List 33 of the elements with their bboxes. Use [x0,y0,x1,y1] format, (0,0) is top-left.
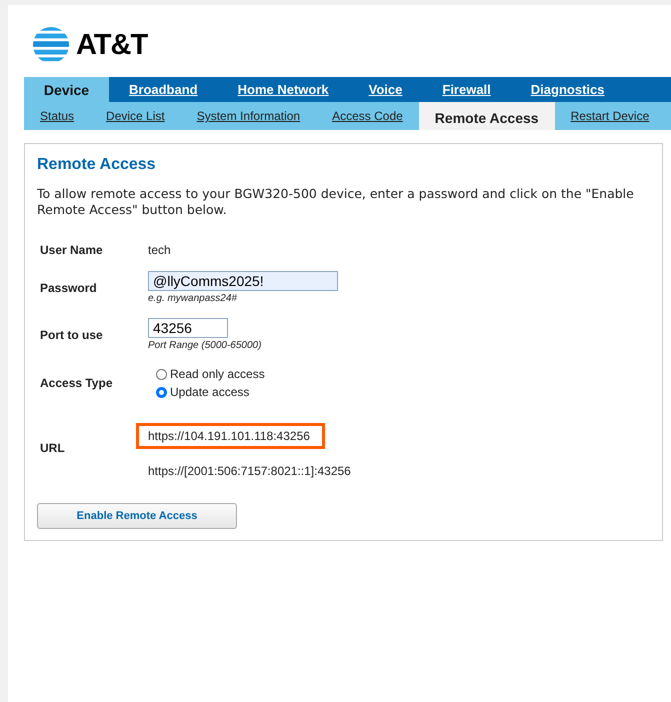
user-name-value: tech [148,243,171,257]
logo-text: AT&T [76,28,148,62]
globe-icon [32,26,70,64]
main-tab[interactable]: Voice [348,77,422,102]
main-tab[interactable]: Device [24,77,109,102]
field-label: Port to use [40,328,104,342]
port-field[interactable]: 43256 [148,318,228,338]
sub-tab[interactable]: Status [24,102,90,130]
field-label: Password [40,280,98,294]
field-label: Access Type [40,376,114,390]
intro-text: To allow remote access to your BGW320-500 device, enter a password and click on the "Enable Remote Access" button below. [37,186,635,218]
main-tab[interactable]: Home Network [218,77,349,102]
enable-remote-access-button[interactable]: Enable Remote Access [37,503,237,529]
password-field[interactable]: @llyComms2025! [148,271,338,291]
panel-title: Remote Access [37,156,157,174]
radio-button[interactable] [156,368,167,380]
url-text: https://[2001:506:7157:8021::1]:43256 [148,463,351,480]
hint-text: Port Range (5000-65000) [148,340,262,351]
hint-text: e.g. mywanpass24# [148,293,237,304]
field-label: User Name [40,243,104,257]
sub-tab[interactable]: Access Code [316,102,419,130]
main-tab[interactable]: Firewall [422,77,511,102]
main-tab[interactable]: Broadband [109,77,218,102]
url-text: https://104.191.101.118:43256 [136,423,325,449]
radio-label[interactable]: Read only access [170,367,265,381]
sub-tab[interactable]: System Information [180,102,316,130]
sub-tab[interactable]: Restart Device [554,102,666,130]
radio-button[interactable] [156,386,167,398]
radio-label[interactable]: Update access [170,385,250,399]
main-tab[interactable]: Diagnostics [510,77,624,102]
sub-tab[interactable]: Device List [90,102,181,130]
field-label: URL [40,441,66,455]
sub-tab[interactable]: Remote Access [418,102,555,130]
